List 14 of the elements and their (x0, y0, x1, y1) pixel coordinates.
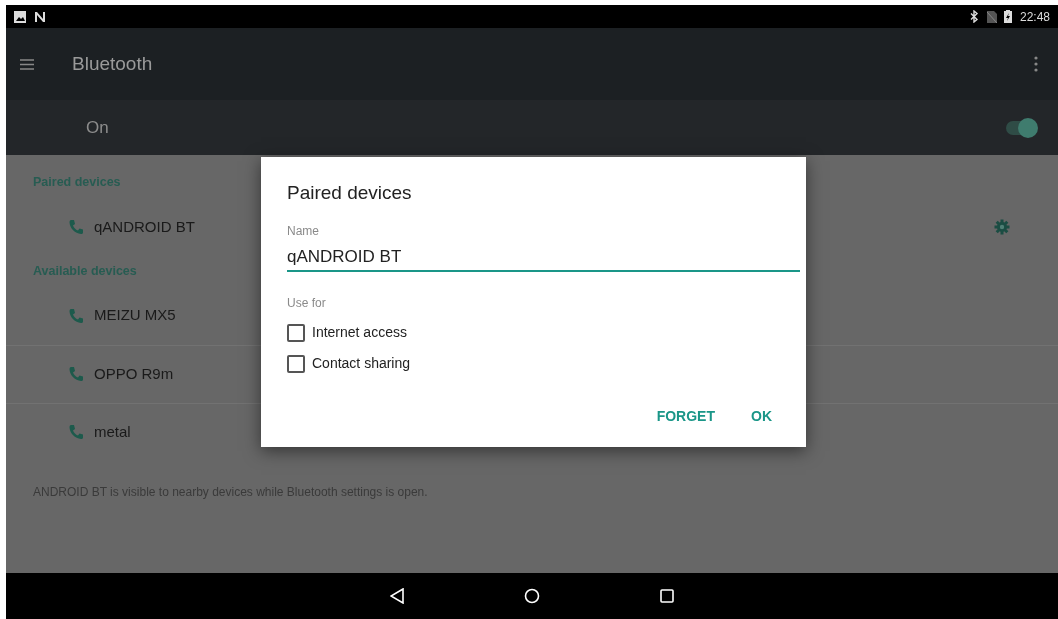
section-label: Use for (287, 295, 327, 312)
checkbox-label: Contact sharing (312, 354, 411, 373)
section-heading: Paired devices (33, 174, 121, 191)
field-label: Name (287, 222, 320, 240)
device-name: metal (94, 421, 131, 442)
switch-label: On (86, 116, 109, 139)
device-name: qANDROID BT (94, 216, 195, 237)
toolbar-title: Bluetooth (72, 51, 154, 76)
status-time: 22:48 (1019, 8, 1050, 26)
device-name: OPPO R9m (94, 363, 174, 384)
dialog-title: Paired devices (287, 181, 413, 205)
section-heading: Available devices (33, 262, 137, 280)
checkbox-label: Internet access (312, 323, 407, 342)
device-name: MEIZU MX5 (94, 305, 176, 326)
